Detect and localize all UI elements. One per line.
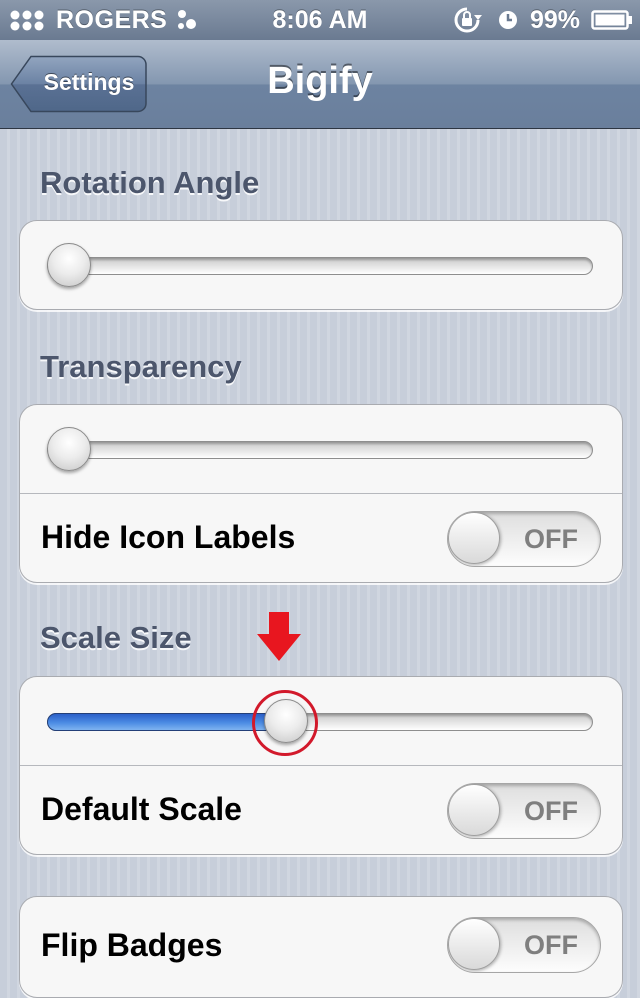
transparency-group: Hide Icon Labels OFF xyxy=(19,404,623,583)
scale-size-row xyxy=(20,677,622,765)
transparency-row xyxy=(20,405,622,493)
rotation-lock-icon xyxy=(454,7,482,33)
toggle-knob xyxy=(448,784,500,836)
red-arrow-annotation xyxy=(257,612,301,661)
flip-badges-toggle[interactable]: OFF xyxy=(447,917,601,973)
toggle-state: OFF xyxy=(524,796,578,826)
navigation-bar: Settings Bigify xyxy=(0,40,640,129)
toggle-knob xyxy=(448,512,500,564)
scale-size-group: Default Scale OFF xyxy=(19,676,623,855)
flip-badges-group: Flip Badges OFF xyxy=(19,896,623,998)
flip-badges-row: Flip Badges OFF xyxy=(20,897,622,985)
scale-size-slider[interactable] xyxy=(47,690,593,756)
status-bar: ROGERS 8:06 AM 99% xyxy=(0,0,640,40)
flip-badges-label: Flip Badges xyxy=(41,927,223,963)
rotation-angle-slider[interactable] xyxy=(47,243,593,287)
slider-track xyxy=(47,441,593,459)
transparency-header: Transparency xyxy=(40,349,242,384)
slider-track xyxy=(47,257,593,275)
hide-icon-labels-row: Hide Icon Labels OFF xyxy=(20,493,622,582)
highlight-ring-annotation xyxy=(251,690,318,756)
slider-fill xyxy=(47,713,287,731)
battery-percent: 99% xyxy=(530,6,581,34)
scale-size-header: Scale Size xyxy=(40,620,192,655)
slider-thumb[interactable] xyxy=(47,243,91,287)
toggle-knob xyxy=(448,918,500,970)
default-scale-label: Default Scale xyxy=(41,791,242,827)
rotation-angle-group xyxy=(19,220,623,310)
battery-icon xyxy=(591,10,632,30)
alarm-icon xyxy=(499,11,517,29)
default-scale-toggle[interactable]: OFF xyxy=(447,783,601,839)
hide-icon-labels-label: Hide Icon Labels xyxy=(41,519,296,555)
default-scale-row: Default Scale OFF xyxy=(20,765,622,854)
toggle-state: OFF xyxy=(524,930,578,960)
toggle-state: OFF xyxy=(524,524,578,554)
page-title: Bigify xyxy=(267,60,373,102)
rotation-angle-row xyxy=(20,221,622,309)
transparency-slider[interactable] xyxy=(47,427,593,471)
rotation-angle-header: Rotation Angle xyxy=(40,165,260,200)
slider-thumb[interactable] xyxy=(47,427,91,471)
hide-icon-labels-toggle[interactable]: OFF xyxy=(447,511,601,567)
